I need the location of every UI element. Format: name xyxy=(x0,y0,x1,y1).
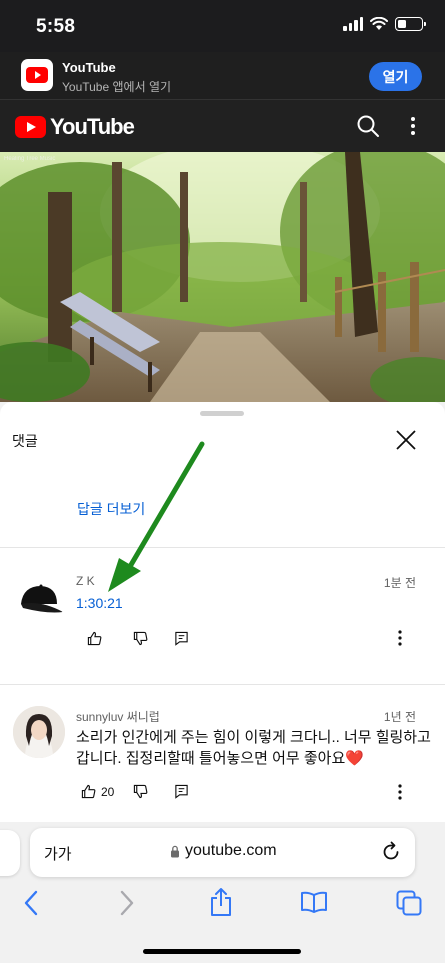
comment-text-line: 갑니다. 집정리할때 틀어놓으면 어무 좋아요❤️ xyxy=(76,750,364,767)
comment-author[interactable]: Z K xyxy=(76,574,95,588)
lock-icon xyxy=(171,845,179,857)
safari-toolbar xyxy=(0,886,445,926)
dislike-button[interactable] xyxy=(133,631,148,646)
video-player[interactable]: Healing Tree Music xyxy=(0,152,445,402)
youtube-logo[interactable]: YouTube xyxy=(15,114,135,140)
back-icon[interactable] xyxy=(23,890,39,916)
safari-bottom-bar: 가가 youtube.com xyxy=(0,822,445,963)
youtube-app-icon xyxy=(21,59,53,91)
home-indicator[interactable] xyxy=(143,949,301,954)
youtube-logo-text: YouTube xyxy=(50,114,135,139)
comment-more-icon[interactable] xyxy=(397,629,403,647)
comment-time: 1분 전 xyxy=(383,576,416,590)
previous-tab-preview[interactable] xyxy=(0,830,20,876)
video-frame: Healing Tree Music xyxy=(0,152,445,402)
comments-title: 댓글 xyxy=(12,433,38,449)
reply-button[interactable] xyxy=(174,784,189,799)
thumbs-up-icon xyxy=(87,631,102,646)
status-time: 5:58 xyxy=(36,16,76,37)
cellular-signal-icon xyxy=(343,17,363,31)
url-text: youtube.com xyxy=(185,842,277,859)
app-banner-title: YouTube xyxy=(62,60,116,75)
app-banner[interactable]: YouTube YouTube 앱에서 열기 열기 xyxy=(0,52,445,100)
black-cap-avatar-icon xyxy=(21,584,63,613)
reply-button[interactable] xyxy=(174,631,189,646)
comment-timestamp-link[interactable]: 1:30:21 xyxy=(76,595,123,611)
status-bar: 5:58 xyxy=(0,0,445,52)
status-icons xyxy=(343,17,426,31)
tabs-icon[interactable] xyxy=(396,890,422,916)
share-icon[interactable] xyxy=(209,887,233,917)
youtube-play-icon xyxy=(26,67,48,83)
url-display[interactable]: youtube.com xyxy=(170,842,277,860)
open-app-button[interactable]: 열기 xyxy=(369,62,422,91)
thumbs-down-icon xyxy=(133,784,148,799)
search-icon[interactable] xyxy=(356,114,380,138)
address-bar[interactable]: 가가 youtube.com xyxy=(30,828,415,877)
avatar[interactable] xyxy=(13,706,65,758)
comment-divider xyxy=(0,684,445,685)
close-icon[interactable] xyxy=(396,430,416,450)
comment-reply-icon xyxy=(175,784,188,799)
thumbs-up-icon xyxy=(81,784,96,799)
like-button[interactable]: 20 xyxy=(81,784,114,799)
comment-text-line: 소리가 인간에게 주는 힘이 이렇게 크다니.. 너무 힐링하고 xyxy=(76,729,431,746)
comment-author[interactable]: sunnyluv 써니럽 xyxy=(76,708,160,725)
user-photo-avatar xyxy=(13,706,65,758)
bookmarks-icon[interactable] xyxy=(300,891,328,913)
like-button[interactable] xyxy=(87,631,102,646)
dislike-button[interactable] xyxy=(133,784,148,799)
screen: 5:58 YouTube YouTube 앱에서 열기 열기 YouTube H… xyxy=(0,0,445,963)
youtube-logo-icon xyxy=(15,116,46,138)
reload-icon[interactable] xyxy=(381,841,401,862)
comment-time: 1년 전 xyxy=(383,710,416,724)
more-vertical-icon[interactable] xyxy=(410,116,416,136)
avatar[interactable] xyxy=(13,574,65,626)
like-count: 20 xyxy=(101,784,115,799)
thumbs-down-icon xyxy=(133,631,148,646)
wifi-icon xyxy=(370,17,388,30)
comment-divider xyxy=(0,547,445,548)
app-banner-subtitle: YouTube 앱에서 열기 xyxy=(62,80,172,94)
comment-reply-icon xyxy=(175,631,188,646)
video-watermark: Healing Tree Music xyxy=(4,156,55,162)
comment-more-icon[interactable] xyxy=(397,783,403,801)
page-settings-button[interactable]: 가가 xyxy=(44,843,72,864)
sheet-drag-handle[interactable] xyxy=(200,411,244,416)
comments-sheet: 댓글 답글 더보기 Z K 1분 전 1:30:21 sunnyluv 써니럽 … xyxy=(0,402,445,822)
more-replies-link[interactable]: 답글 더보기 xyxy=(77,499,145,519)
battery-icon xyxy=(395,17,426,31)
forward-icon[interactable] xyxy=(119,890,135,916)
battery-level xyxy=(398,20,406,28)
